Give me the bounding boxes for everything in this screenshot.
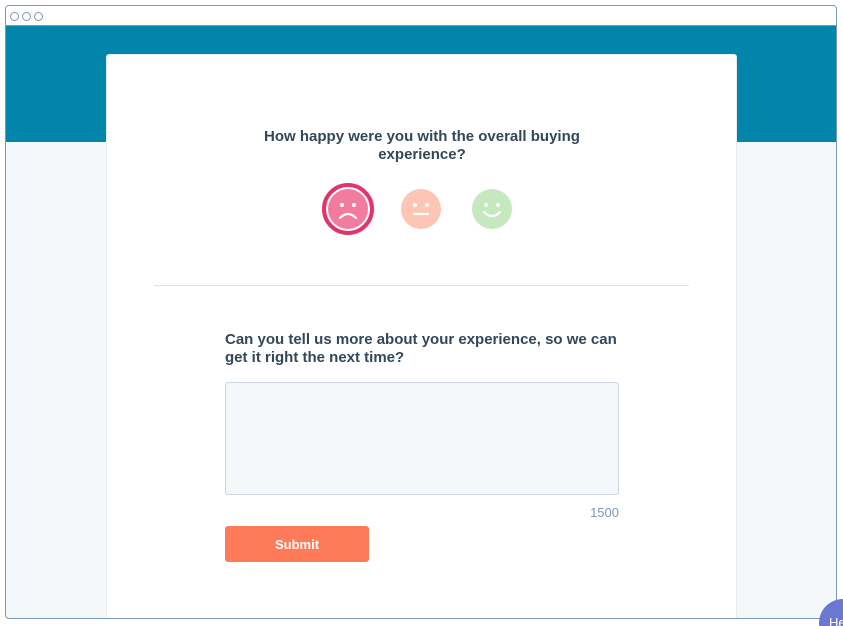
- selected-ring: [322, 183, 374, 235]
- feedback-textarea[interactable]: [225, 382, 619, 495]
- rating-sad-button[interactable]: [322, 183, 374, 235]
- satisfaction-question: How happy were you with the overall buyi…: [264, 128, 580, 163]
- window-minimize-button[interactable]: [22, 12, 31, 21]
- section-divider: [154, 285, 689, 286]
- rating-happy-button[interactable]: [472, 189, 512, 229]
- character-counter: 1500: [590, 505, 619, 520]
- submit-button[interactable]: Submit: [225, 526, 369, 562]
- window-close-button[interactable]: [10, 12, 19, 21]
- followup-question: Can you tell us more about your experien…: [225, 331, 617, 366]
- window-titlebar: [6, 6, 836, 26]
- window-maximize-button[interactable]: [34, 12, 43, 21]
- happy-face-icon: [472, 189, 512, 229]
- survey-card: How happy were you with the overall buyi…: [106, 54, 737, 618]
- neutral-face-icon: [401, 189, 441, 229]
- help-label: He: [829, 615, 843, 626]
- browser-window: How happy were you with the overall buyi…: [5, 5, 837, 619]
- rating-neutral-button[interactable]: [401, 189, 441, 229]
